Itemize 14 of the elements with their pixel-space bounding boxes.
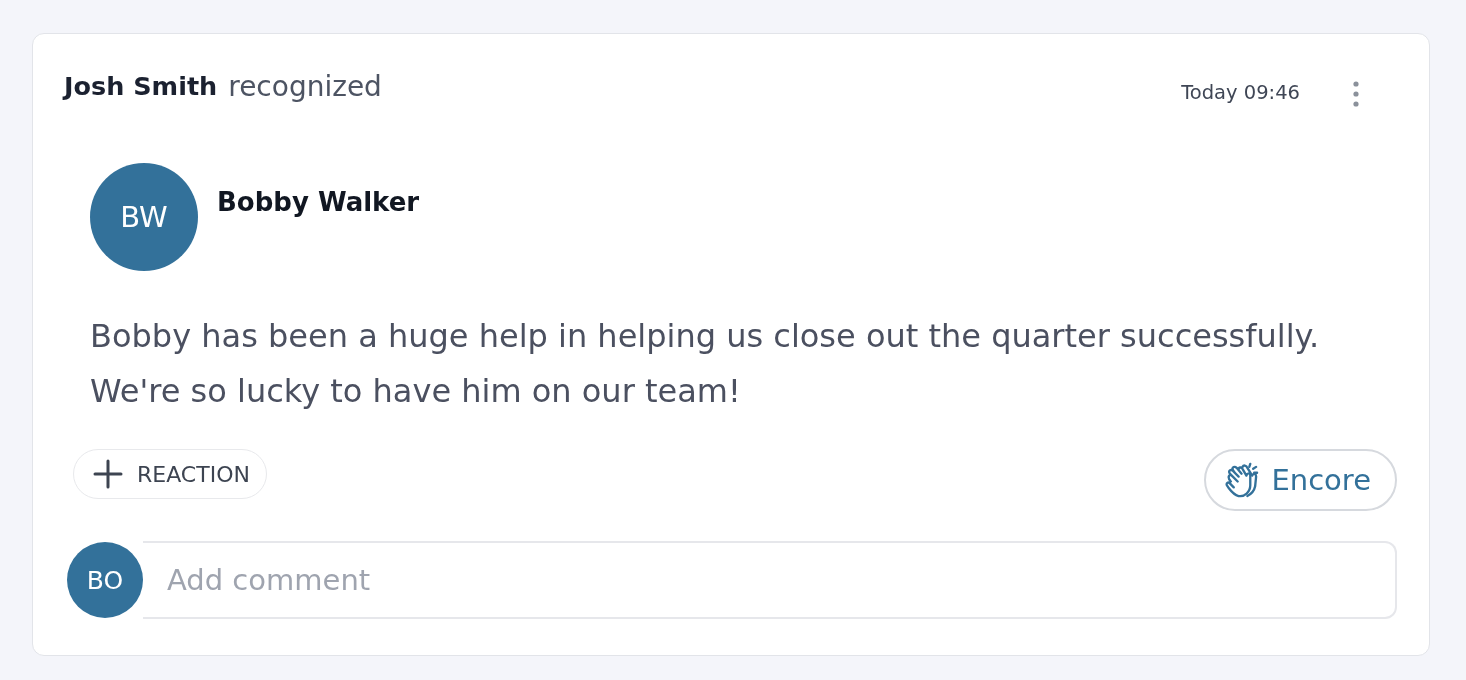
timestamp: Today 09:46	[1181, 80, 1300, 104]
user-avatar: BO	[67, 542, 143, 618]
recipient-name: Bobby Walker	[217, 187, 420, 217]
comment-field[interactable]: Add comment	[143, 541, 1397, 619]
action-text: recognized	[228, 69, 382, 103]
clapping-hands-icon	[1225, 461, 1261, 499]
more-options-button[interactable]	[1353, 81, 1359, 107]
author-name: Josh Smith	[64, 71, 218, 101]
plus-icon	[93, 459, 123, 489]
recipient-avatar: BW	[90, 163, 198, 271]
add-reaction-button[interactable]: REACTION	[73, 449, 267, 499]
recognition-message: Bobby has been a huge help in helping us close out the quarter successfully. We're so lucky to have him on our team!	[90, 316, 1321, 412]
more-options-icon	[1353, 81, 1359, 107]
encore-button[interactable]: Encore	[1204, 449, 1397, 511]
